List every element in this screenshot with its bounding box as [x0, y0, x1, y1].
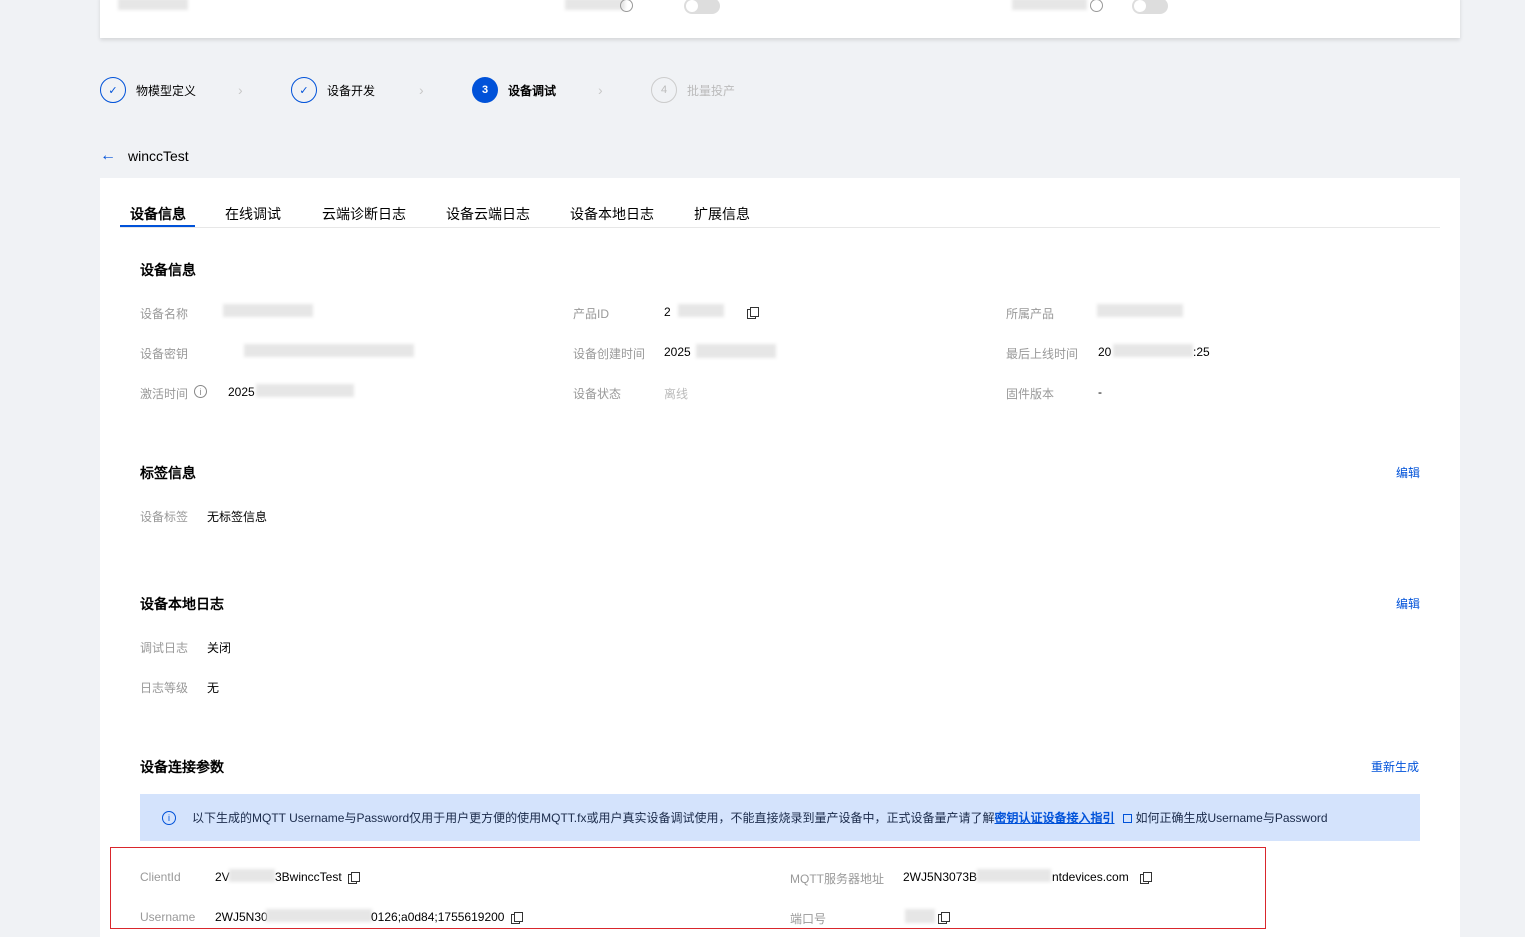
- redacted-device-name: [223, 304, 313, 317]
- tab-online-debug[interactable]: 在线调试: [225, 204, 281, 224]
- tab-cloud-diagnosis-log[interactable]: 云端诊断日志: [322, 204, 406, 224]
- chevron-right-icon: ›: [238, 82, 243, 98]
- edit-tags-link[interactable]: 编辑: [1396, 464, 1420, 481]
- redacted-product-id: [678, 304, 724, 317]
- debug-log-value: 关闭: [207, 641, 232, 655]
- log-level-label: 日志等级: [140, 681, 189, 695]
- redacted-field: [118, 0, 188, 10]
- firmware-value: -: [1098, 385, 1102, 399]
- redacted-device-key: [244, 344, 414, 357]
- notice-text: 以下生成的MQTT Username与Password仅用于用户更方便的使用MQ…: [192, 811, 995, 825]
- check-icon: ✓: [100, 77, 126, 103]
- debug-log-label: 调试日志: [140, 641, 189, 655]
- info-icon: i: [162, 810, 176, 825]
- section-title-local-log: 设备本地日志: [140, 596, 224, 612]
- last-online-value-start: 20: [1098, 345, 1112, 359]
- redacted-product-name: [1097, 304, 1183, 317]
- step-2[interactable]: ✓ 设备开发: [291, 76, 375, 104]
- notice-banner: i 以下生成的MQTT Username与Password仅用于用户更方便的使用…: [140, 794, 1420, 841]
- tab-extended-info[interactable]: 扩展信息: [694, 204, 750, 224]
- help-icon[interactable]: [620, 0, 633, 12]
- chevron-right-icon: ›: [598, 82, 603, 98]
- back-header: ← winccTest: [100, 147, 189, 165]
- redacted-field: [565, 0, 625, 10]
- activation-time-label: 激活时间: [140, 387, 189, 401]
- highlight-annotation-box: [110, 847, 1266, 929]
- redacted-activation-time: [256, 384, 354, 397]
- section-title-connection: 设备连接参数: [140, 759, 224, 775]
- section-title-device-info: 设备信息: [140, 262, 196, 278]
- tab-bar: 设备信息 在线调试 云端诊断日志 设备云端日志 设备本地日志 扩展信息: [120, 198, 1440, 228]
- edit-local-log-link[interactable]: 编辑: [1396, 595, 1420, 612]
- step-4[interactable]: 4 批量投产: [651, 76, 735, 104]
- step-label: 物模型定义: [136, 83, 197, 98]
- redacted-create-time: [696, 344, 776, 358]
- device-key-label: 设备密钥: [140, 347, 189, 361]
- step-3[interactable]: 3 设备调试: [472, 76, 556, 104]
- step-label: 设备调试: [508, 83, 557, 98]
- product-id-value: 2: [664, 305, 671, 319]
- toggle-switch[interactable]: [684, 0, 720, 14]
- step-number: 4: [651, 77, 677, 103]
- external-link-icon: [1122, 814, 1132, 823]
- redacted-field: [1012, 0, 1087, 10]
- step-1[interactable]: ✓ 物模型定义: [100, 76, 196, 104]
- chevron-right-icon: ›: [419, 82, 424, 98]
- redacted-last-online: [1113, 344, 1193, 357]
- create-time-label: 设备创建时间: [573, 347, 646, 361]
- step-indicator: ✓ 物模型定义 › ✓ 设备开发 › 3 设备调试 › 4 批量投产: [100, 76, 800, 104]
- page-title: winccTest: [128, 148, 189, 164]
- device-tag-value: 无标签信息: [207, 510, 268, 524]
- device-name-label: 设备名称: [140, 307, 189, 321]
- generate-credentials-link[interactable]: 如何正确生成Username与Password: [1136, 809, 1328, 826]
- top-settings-card: [100, 0, 1460, 38]
- copy-icon[interactable]: [747, 307, 759, 319]
- step-label: 批量投产: [687, 83, 736, 98]
- device-status-value: 离线: [664, 387, 689, 401]
- activation-time-value: 2025: [228, 385, 255, 399]
- create-time-value: 2025: [664, 345, 691, 359]
- tab-device-local-log[interactable]: 设备本地日志: [570, 204, 654, 224]
- tab-active-indicator: [120, 225, 195, 227]
- device-status-label: 设备状态: [573, 387, 622, 401]
- step-number: 3: [472, 77, 498, 103]
- info-icon[interactable]: i: [194, 385, 207, 398]
- log-level-value: 无: [207, 681, 220, 695]
- section-title-tags: 标签信息: [140, 465, 196, 481]
- toggle-switch[interactable]: [1132, 0, 1168, 14]
- device-tag-label: 设备标签: [140, 510, 189, 524]
- device-detail-card: 设备信息 在线调试 云端诊断日志 设备云端日志 设备本地日志 扩展信息 设备信息…: [100, 178, 1460, 937]
- help-icon[interactable]: [1090, 0, 1103, 12]
- auth-guide-link[interactable]: 密钥认证设备接入指引: [994, 809, 1114, 826]
- step-label: 设备开发: [327, 83, 376, 98]
- check-icon: ✓: [291, 77, 317, 103]
- tab-device-info[interactable]: 设备信息: [130, 204, 186, 224]
- last-online-label: 最后上线时间: [1006, 347, 1079, 361]
- arrow-left-icon[interactable]: ←: [100, 147, 118, 165]
- regenerate-link[interactable]: 重新生成: [1371, 758, 1419, 775]
- firmware-label: 固件版本: [1006, 387, 1055, 401]
- product-label: 所属产品: [1006, 307, 1055, 321]
- last-online-value-end: :25: [1193, 345, 1210, 359]
- tab-device-cloud-log[interactable]: 设备云端日志: [446, 204, 530, 224]
- product-id-label: 产品ID: [573, 307, 610, 321]
